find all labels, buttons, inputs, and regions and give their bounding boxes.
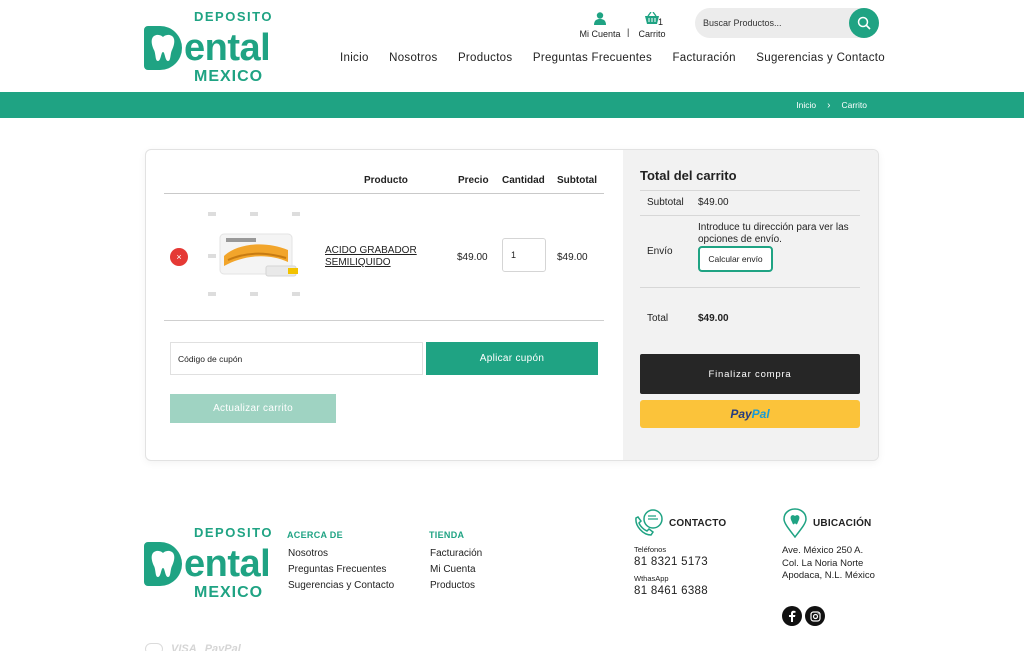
cart-card: Producto Precio Cantidad Subtotal × ACID… [145, 149, 879, 461]
logo-bottom-text: MEXICO [194, 68, 264, 85]
search-button[interactable] [849, 8, 879, 38]
footer-link-sugerencias[interactable]: Sugerencias y Contacto [288, 580, 394, 591]
user-icon [594, 12, 606, 25]
header-separator: | [627, 27, 630, 37]
footer-link-productos[interactable]: Productos [430, 580, 475, 591]
column-price: Precio [458, 175, 489, 186]
column-product: Producto [364, 175, 408, 186]
logo[interactable]: DEPOSITO ental MEXICO [144, 8, 271, 86]
visa-logo: VISA [171, 643, 197, 651]
breadcrumb-arrow-icon: › [827, 99, 831, 111]
search-input[interactable] [695, 8, 845, 38]
header-divider [164, 193, 604, 194]
footer-logo-ental-text: ental [184, 543, 271, 585]
totals-divider-2 [640, 215, 860, 216]
subtotal-label: Subtotal [647, 197, 684, 208]
logo-ental-text: ental [184, 27, 271, 69]
my-account-link[interactable]: Mi Cuenta [578, 12, 622, 39]
footer-link-mi-cuenta[interactable]: Mi Cuenta [430, 564, 476, 575]
footer-logo-top-text: DEPOSITO [194, 525, 273, 540]
shipping-label: Envío [647, 246, 673, 257]
address-line-2: Col. La Noria Norte [782, 557, 864, 569]
product-name-link[interactable]: ACIDO GRABADOR SEMILIQUIDO [325, 245, 435, 269]
total-label: Total [647, 313, 669, 324]
location-pin-icon [783, 508, 807, 538]
tooth-logo-icon [144, 26, 182, 70]
remove-item-button[interactable]: × [170, 248, 188, 266]
footer-address: Ave. México 250 A. Col. La Noria Norte A… [782, 545, 875, 583]
site-header: DEPOSITO ental MEXICO Mi Cuenta | 1 Carr… [0, 0, 1024, 92]
search-bar [695, 8, 879, 38]
nav-productos[interactable]: Productos [458, 52, 512, 64]
phones-label: Teléfonos [634, 545, 667, 554]
whatsapp-number[interactable]: 81 8461 6388 [634, 585, 708, 597]
paypal-button[interactable]: Pay Pal [640, 400, 860, 428]
breadcrumb-current: Carrito [841, 100, 867, 110]
address-line-1: Ave. México 250 A. [782, 545, 864, 556]
footer-tooth-logo-icon [144, 542, 182, 586]
whatsapp-label: WthasApp [634, 574, 669, 583]
footer-contact-title: CONTACTO [669, 518, 727, 529]
paypal-pal-text: Pal [751, 407, 770, 421]
checkout-button[interactable]: Finalizar compra [640, 354, 860, 394]
shipping-info: Introduce tu dirección para ver las opci… [698, 222, 849, 245]
nav-preguntas-frecuentes[interactable]: Preguntas Frecuentes [533, 52, 652, 64]
footer-logo-bottom-text: MEXICO [194, 584, 264, 601]
main-nav: Inicio Nosotros Productos Preguntas Frec… [340, 52, 885, 64]
phone-number[interactable]: 81 8321 5173 [634, 556, 708, 568]
product-thumbnail[interactable] [206, 210, 306, 300]
nav-sugerencias-contacto[interactable]: Sugerencias y Contacto [756, 52, 885, 64]
logo-mark: ental [144, 26, 271, 70]
breadcrumb: Inicio › Carrito [796, 92, 867, 118]
footer-link-facturacion[interactable]: Facturación [430, 548, 482, 559]
update-cart-button[interactable]: Actualizar carrito [170, 394, 336, 423]
my-account-label: Mi Cuenta [579, 29, 621, 39]
nav-facturacion[interactable]: Facturación [672, 52, 735, 64]
cart-link[interactable]: 1 Carrito [636, 11, 668, 39]
search-icon [857, 16, 871, 30]
calculate-shipping-button[interactable]: Calcular envío [698, 246, 773, 272]
cart-totals-title: Total del carrito [640, 168, 737, 183]
facebook-icon[interactable] [782, 606, 802, 626]
quantity-input[interactable] [502, 238, 546, 272]
total-value: $49.00 [698, 313, 729, 324]
footer-link-preguntas[interactable]: Preguntas Frecuentes [288, 564, 386, 575]
breadcrumb-home[interactable]: Inicio [796, 100, 816, 110]
nav-inicio[interactable]: Inicio [340, 52, 369, 64]
payment-methods: VISA PayPal [145, 642, 241, 651]
nav-nosotros[interactable]: Nosotros [389, 52, 437, 64]
column-subtotal: Subtotal [557, 175, 597, 186]
cart-label: Carrito [638, 29, 666, 39]
footer-store-title: TIENDA [429, 530, 465, 540]
paypal-pay-text: Pay [730, 407, 752, 421]
footer-link-nosotros[interactable]: Nosotros [288, 548, 328, 559]
coupon-input[interactable] [170, 342, 423, 375]
totals-divider-1 [640, 190, 860, 191]
column-quantity: Cantidad [502, 175, 545, 186]
instagram-icon[interactable] [805, 606, 825, 626]
mastercard-icon [145, 643, 163, 651]
paypal-logo: PayPal [204, 643, 241, 651]
row-divider [164, 320, 604, 321]
totals-divider-3 [640, 287, 860, 288]
address-line-3: Apodaca, N.L. México [782, 570, 875, 581]
footer-about-title: ACERCA DE [287, 530, 343, 540]
subtotal-value: $49.00 [698, 197, 729, 208]
breadcrumb-band: Inicio › Carrito [0, 92, 1024, 118]
footer-location-title: UBICACIÓN [813, 518, 872, 529]
product-price: $49.00 [457, 252, 488, 263]
logo-top-text: DEPOSITO [194, 9, 273, 24]
cart-count: 1 [658, 17, 664, 27]
footer-logo[interactable]: DEPOSITO ental MEXICO [144, 524, 271, 602]
phone-chat-icon [635, 509, 663, 536]
footer-logo-mark: ental [144, 542, 271, 586]
product-subtotal: $49.00 [557, 252, 588, 263]
apply-coupon-button[interactable]: Aplicar cupón [426, 342, 598, 375]
